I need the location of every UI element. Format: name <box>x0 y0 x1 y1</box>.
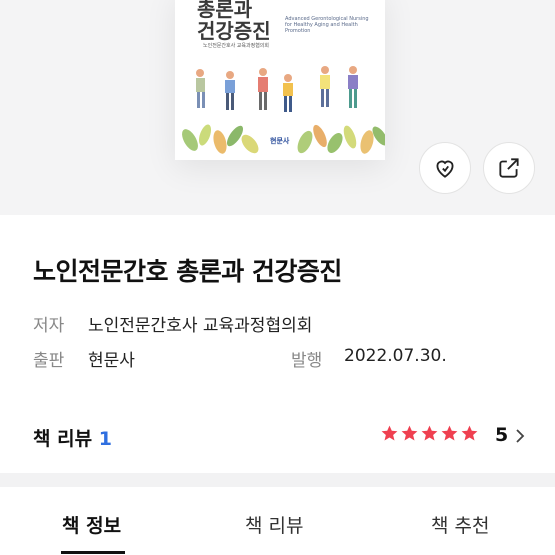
book-cover-area: 총론과 건강증진 Advanced Gerontological Nursing… <box>0 0 555 215</box>
book-cover-image[interactable]: 총론과 건강증진 Advanced Gerontological Nursing… <box>175 0 385 160</box>
active-tab-indicator <box>61 551 125 554</box>
review-summary-link[interactable]: 책 리뷰 1 <box>33 424 112 451</box>
star-icon <box>401 425 418 441</box>
rating-value: 5 <box>495 424 509 446</box>
share-button[interactable] <box>483 142 535 194</box>
star-icon <box>441 425 458 441</box>
star-icon <box>461 425 478 441</box>
star-icon <box>421 425 438 441</box>
tab-book-recommendations[interactable]: 책 추천 <box>431 511 489 538</box>
cover-author: 노인전문간호사 교육과정협의회 <box>203 43 269 49</box>
cover-publisher: 현문사 <box>270 137 290 145</box>
section-divider <box>0 473 555 487</box>
star-icon <box>381 425 398 441</box>
date-value: 2022.07.30. <box>344 346 447 366</box>
cover-title: 총론과 건강증진 <box>197 0 271 43</box>
share-icon <box>499 158 519 178</box>
tab-book-info[interactable]: 책 정보 <box>62 511 121 538</box>
heart-icon <box>436 160 454 178</box>
like-button[interactable] <box>419 142 471 194</box>
review-count: 1 <box>98 428 112 450</box>
tab-bar: 책 정보 책 리뷰 책 추천 <box>0 487 555 555</box>
tab-book-reviews[interactable]: 책 리뷰 <box>245 511 303 538</box>
author-label: 저자 <box>33 316 65 336</box>
publisher-label: 출판 <box>33 351 65 371</box>
book-title: 노인전문간호 총론과 건강증진 <box>33 257 342 286</box>
chevron-right-icon[interactable] <box>513 428 527 444</box>
publisher-value: 현문사 <box>88 351 135 371</box>
star-rating <box>380 424 479 446</box>
review-label: 책 리뷰 <box>33 428 93 450</box>
cover-subtitle: Advanced Gerontological Nursing for Heal… <box>285 16 369 34</box>
author-value: 노인전문간호사 교육과정협의회 <box>88 316 313 336</box>
date-label: 발행 <box>291 351 323 371</box>
